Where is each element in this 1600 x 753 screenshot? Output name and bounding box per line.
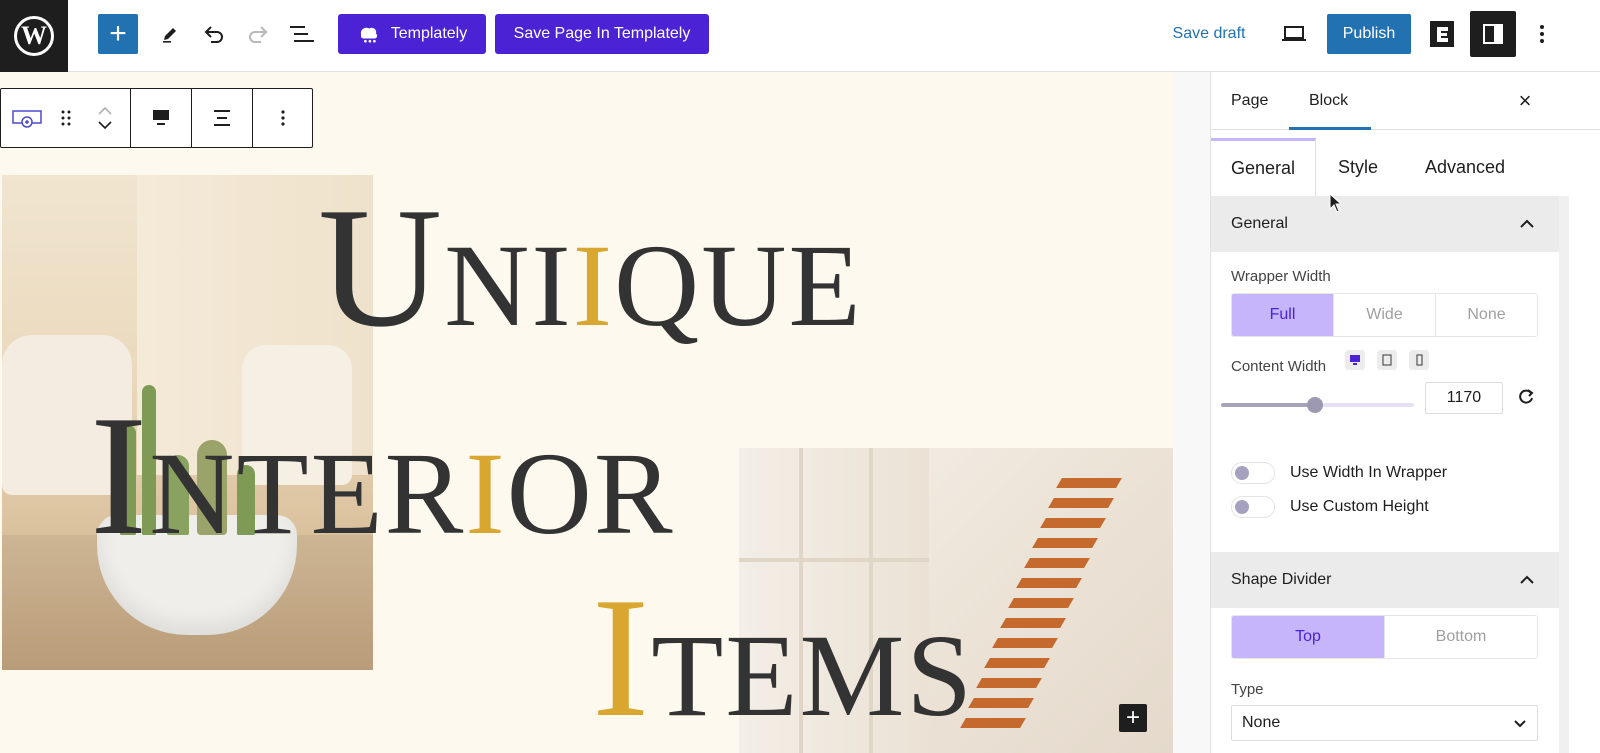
tab-block[interactable]: Block: [1309, 92, 1348, 110]
shape-option-bottom[interactable]: Bottom: [1385, 616, 1537, 658]
settings-sidebar: Page Block × General Style Advanced Gene…: [1210, 72, 1600, 753]
desktop-device-button[interactable]: [1345, 350, 1365, 370]
redo-button[interactable]: [240, 14, 276, 54]
container-block[interactable]: UNIIQUE INTERIOR ITEMS +: [0, 72, 1173, 753]
plugin-e-button[interactable]: [1424, 14, 1460, 54]
chevron-up-icon[interactable]: [97, 107, 112, 115]
slider-handle[interactable]: [1307, 397, 1323, 413]
more-vertical-icon: [1540, 25, 1544, 43]
slider-fill: [1221, 403, 1310, 407]
accent-letter: I: [572, 220, 615, 351]
content-width-input[interactable]: [1425, 382, 1503, 414]
templately-button[interactable]: Templately: [338, 14, 486, 54]
container-block-icon: [12, 110, 42, 128]
save-page-in-templately-button[interactable]: Save Page In Templately: [495, 14, 709, 54]
section-title: Shape Divider: [1231, 571, 1332, 588]
save-draft-button[interactable]: Save draft: [1165, 14, 1253, 54]
tablet-icon: [1382, 354, 1392, 366]
use-custom-height-label: Use Custom Height: [1290, 498, 1429, 515]
tab-style[interactable]: Style: [1319, 138, 1397, 196]
pencil-icon: [163, 28, 176, 43]
document-overview-button[interactable]: [284, 14, 320, 54]
block-toolbar: [0, 88, 313, 148]
move-up-down-buttons[interactable]: [79, 89, 131, 147]
block-options-button[interactable]: [253, 89, 312, 147]
undo-icon: [204, 26, 223, 43]
reset-icon[interactable]: [1517, 388, 1535, 406]
more-vertical-icon: [280, 110, 285, 126]
tab-advanced[interactable]: Advanced: [1407, 138, 1523, 196]
editor-canvas[interactable]: UNIIQUE INTERIOR ITEMS +: [0, 72, 1210, 753]
heading-line-interior[interactable]: INTERIOR: [90, 390, 675, 562]
sidebar-tabs: Page Block ×: [1211, 72, 1600, 130]
accent-letter: I: [465, 428, 507, 559]
redo-icon: [249, 26, 268, 43]
publish-button[interactable]: Publish: [1327, 14, 1411, 54]
drag-handle-icon: [61, 110, 71, 126]
mouse-cursor-icon: [1329, 193, 1343, 213]
accent-letter: I: [592, 563, 652, 753]
wrapper-option-none[interactable]: None: [1436, 294, 1537, 336]
chevron-down-icon: [1514, 720, 1526, 728]
plugin-logo-icon: [1430, 21, 1454, 47]
wordpress-logo[interactable]: W: [0, 0, 68, 72]
block-align-button[interactable]: [131, 89, 192, 147]
wrapper-width-label: Wrapper Width: [1231, 268, 1331, 285]
block-type-button[interactable]: [1, 89, 53, 147]
shape-type-select[interactable]: None: [1231, 705, 1538, 741]
mobile-icon: [1416, 354, 1423, 366]
laptop-icon: [1282, 26, 1306, 41]
chevron-down-icon[interactable]: [97, 121, 112, 129]
add-block-button[interactable]: +: [98, 14, 138, 54]
general-section-header[interactable]: General: [1211, 196, 1559, 252]
block-inserter-button[interactable]: +: [1119, 704, 1147, 732]
block-settings-tabs: General Style Advanced: [1211, 138, 1559, 196]
close-icon[interactable]: ×: [1513, 88, 1537, 114]
tablet-device-button[interactable]: [1377, 350, 1397, 370]
desktop-icon: [1350, 355, 1360, 365]
content-width-label: Content Width: [1231, 358, 1327, 375]
active-tab-indicator: [1289, 127, 1371, 130]
wrapper-option-full[interactable]: Full: [1232, 294, 1334, 336]
shape-option-top[interactable]: Top: [1232, 616, 1385, 658]
wordpress-icon: W: [14, 16, 54, 56]
wrapper-option-wide[interactable]: Wide: [1334, 294, 1436, 336]
drag-handle[interactable]: [53, 89, 79, 147]
shape-divider-section-header[interactable]: Shape Divider: [1211, 552, 1559, 608]
editor-header: W + Templately Save Page In Templately S…: [0, 0, 1600, 72]
selected-type-value: None: [1242, 714, 1281, 731]
mobile-device-button[interactable]: [1409, 350, 1429, 370]
heading-line-unique[interactable]: UNIIQUE: [318, 182, 863, 354]
preview-button[interactable]: [1276, 14, 1312, 54]
chevron-up-icon: [1520, 575, 1534, 584]
justify-center-icon: [214, 110, 230, 126]
list-view-icon: [290, 26, 314, 42]
options-menu-button[interactable]: [1527, 14, 1557, 54]
type-label: Type: [1231, 681, 1264, 698]
chevron-up-icon: [1520, 219, 1534, 228]
use-width-in-wrapper-toggle[interactable]: [1231, 462, 1275, 484]
templately-cloud-icon: [360, 27, 377, 43]
stairs-graphic: [960, 468, 1129, 748]
justify-button[interactable]: [192, 89, 253, 147]
pencil-tool-button[interactable]: [152, 14, 188, 54]
wrapper-width-options: Full Wide None: [1231, 293, 1538, 337]
tab-general[interactable]: General: [1211, 138, 1316, 196]
scrollbar[interactable]: [1559, 196, 1569, 753]
templately-label: Templately: [390, 25, 468, 42]
undo-button[interactable]: [196, 14, 232, 54]
section-title: General: [1231, 215, 1288, 232]
shape-position-options: Top Bottom: [1231, 615, 1538, 659]
use-width-in-wrapper-label: Use Width In Wrapper: [1290, 464, 1448, 481]
heading-line-items[interactable]: ITEMS: [592, 572, 974, 744]
align-icon: [153, 110, 169, 125]
tab-page[interactable]: Page: [1231, 92, 1268, 110]
use-custom-height-toggle[interactable]: [1231, 496, 1275, 518]
settings-sidebar-toggle[interactable]: [1470, 11, 1516, 57]
sidebar-icon: [1483, 24, 1503, 44]
